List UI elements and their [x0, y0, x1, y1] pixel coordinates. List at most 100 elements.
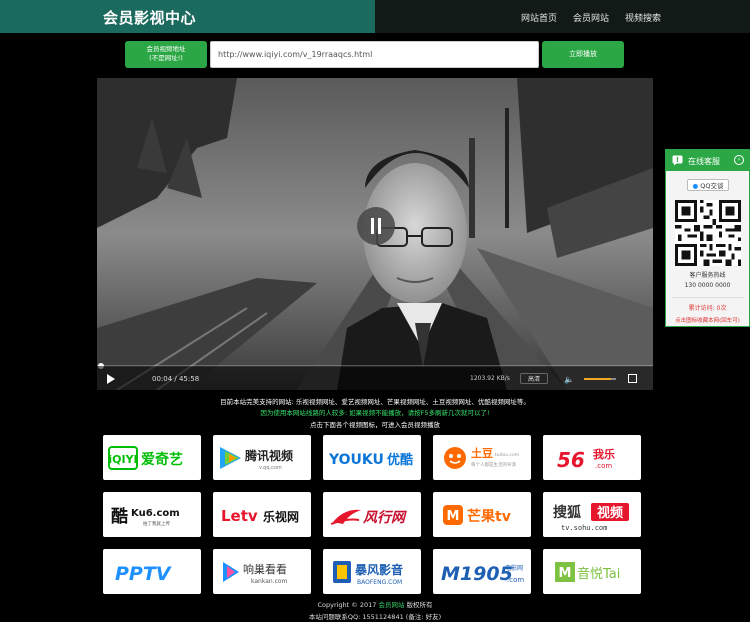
sohu-mark: 视频: [597, 505, 623, 521]
copyright-prefix: Copyright © 2017: [317, 601, 377, 609]
m1905-domain: .com: [507, 576, 524, 584]
video-url-label: 会员视频地址 (不是网址!): [125, 41, 207, 68]
kankan-text: 响巢看看: [243, 562, 287, 576]
click-icon-hint: 点击下面各个视频图标，可进入会员视频播放: [310, 421, 440, 429]
supported-sites-notice: 目前本站完美支持的网站: 乐视视频网址、爱艺视频网址、芒果视频网址、土豆视频网址…: [220, 398, 530, 406]
svg-text:M: M: [559, 566, 572, 581]
site-tile-56[interactable]: 56 我乐 .com: [543, 435, 641, 480]
site-tile-iqiyi[interactable]: iQIYI 爱奇艺: [103, 435, 201, 480]
video-player[interactable]: [97, 78, 653, 390]
qq-icon: ●: [692, 182, 699, 190]
56-mark: 56: [557, 448, 585, 472]
iqiyi-text: 爱奇艺: [141, 451, 183, 468]
copyright-link[interactable]: 会员网站: [378, 601, 404, 609]
contact-line: 本站问题联系QQ: 1551124841 (备注: 好友): [308, 613, 442, 621]
letv-text: 乐视网: [263, 509, 299, 524]
playback-time: 00:04 / 45:58: [152, 375, 200, 383]
site-tile-youku[interactable]: YOUKU 优酷: [323, 435, 421, 480]
download-speed: 1203.92 KB/s: [470, 375, 510, 382]
chat-icon: !: [672, 155, 683, 166]
logo-bar: 会员影视中心: [0, 0, 375, 33]
kankan-logo: 响巢看看 kankan.com: [223, 561, 288, 585]
pause-button[interactable]: [357, 207, 395, 245]
m1905-text: 电影网: [505, 564, 523, 572]
widget-title: 在线客服: [688, 157, 720, 166]
nav-member-sites[interactable]: 会员网站: [573, 11, 609, 24]
fullscreen-icon[interactable]: [628, 374, 637, 383]
site-tile-tencent[interactable]: 腾讯视频 v.qq.com: [213, 435, 311, 480]
hotline-number: 130 0000 0000: [684, 282, 731, 289]
copyright: Copyright © 2017 会员网站 版权所有: [97, 599, 653, 609]
site-logo[interactable]: 会员影视中心: [103, 7, 196, 28]
fengxing-text: 风行网: [363, 509, 407, 526]
m1905-mark: M1905: [441, 563, 513, 585]
site-tile-fengxing[interactable]: 风行网: [323, 492, 421, 537]
tencent-logo: 腾讯视频 v.qq.com: [220, 446, 293, 471]
site-tile-yinyuetai[interactable]: M 音悦Tai: [543, 549, 641, 594]
nav-home[interactable]: 网站首页: [521, 11, 557, 24]
iqiyi-logo: iQIYI 爱奇艺: [108, 445, 183, 470]
pptv-mark: PPTV: [115, 563, 172, 585]
sohu-text: 搜狐: [553, 504, 581, 521]
label-line-1: 会员视频地址: [146, 45, 186, 53]
pause-icon: [371, 218, 374, 234]
hotline-label: 客户服务热线: [689, 272, 726, 279]
56-logo: 56 我乐 .com: [557, 447, 615, 472]
widget-divider: [672, 297, 744, 298]
customer-service-widget: ! 在线客服 › ● QQ交谈 客户服务热线 130 0000 0000 累计访…: [665, 149, 750, 327]
yinyuetai-text: 音悦Tai: [577, 566, 620, 582]
quality-button[interactable]: 高清: [520, 373, 548, 384]
site-tile-sohu[interactable]: 搜狐 视频 tv.sohu.com: [543, 492, 641, 537]
video-url-input[interactable]: [210, 41, 539, 68]
svg-text:!: !: [676, 156, 679, 164]
tencent-text: 腾讯视频: [244, 448, 293, 463]
refresh-tip: 因为使用本网站线路的人较多: 如果视频不能播放，请按F5多刷新几次就可以了!: [260, 409, 490, 417]
bookmark-link[interactable]: 点击图标收藏本网(回车可): [666, 316, 749, 324]
volume-level: [584, 378, 611, 380]
baofeng-logo: 暴风影音 BAOFENG.COM: [333, 560, 403, 586]
pptv-logo: PPTV: [115, 563, 172, 585]
56-domain: .com: [595, 462, 612, 470]
header: 会员影视中心 网站首页 会员网站 视频搜索: [0, 0, 750, 33]
ku6-mark: Ku6.com: [131, 508, 180, 519]
site-tile-pptv[interactable]: PPTV: [103, 549, 201, 594]
label-line-2: (不是网址!): [149, 54, 183, 62]
play-icon[interactable]: [107, 374, 115, 384]
site-tile-tudou[interactable]: 土豆 tudou.com 每个人都是生活的导演: [433, 435, 531, 480]
baofeng-text: 暴风影音: [354, 562, 403, 577]
site-tile-ku6[interactable]: 酷 Ku6.com 拍了我就上传: [103, 492, 201, 537]
youku-logo: YOUKU 优酷: [328, 452, 413, 468]
ku6-text: 酷: [111, 506, 128, 527]
collapse-icon[interactable]: ›: [734, 155, 744, 165]
yinyuetai-logo: M 音悦Tai: [555, 561, 620, 582]
tudou-url: tudou.com: [495, 452, 519, 458]
tudou-tagline: 每个人都是生活的导演: [471, 461, 516, 468]
mango-text: 芒果tv: [467, 508, 511, 525]
nav-video-search[interactable]: 视频搜索: [625, 11, 661, 24]
site-tile-kankan[interactable]: 响巢看看 kankan.com: [213, 549, 311, 594]
fengxing-logo: 风行网: [330, 509, 407, 526]
baofeng-url: BAOFENG.COM: [357, 579, 402, 586]
youku-mark: YOUKU: [328, 452, 384, 468]
play-now-button[interactable]: 立即播放: [542, 41, 624, 68]
ku6-tagline: 拍了我就上传: [143, 520, 170, 527]
qq-chat-button[interactable]: ● QQ交谈: [687, 179, 729, 191]
volume-icon[interactable]: 🔈: [564, 375, 574, 384]
sohu-url: tv.sohu.com: [561, 524, 607, 532]
ku6-logo: 酷 Ku6.com 拍了我就上传: [111, 506, 180, 527]
site-tile-baofeng[interactable]: 暴风影音 BAOFENG.COM: [323, 549, 421, 594]
kankan-url: kankan.com: [251, 578, 288, 585]
tudou-text: 土豆: [471, 446, 493, 460]
qr-code: [675, 200, 741, 266]
56-text: 我乐: [593, 447, 615, 461]
site-tile-mango[interactable]: M 芒果tv: [433, 492, 531, 537]
site-tile-m1905[interactable]: M1905 电影网 .com: [433, 549, 531, 594]
sohu-logo: 搜狐 视频 tv.sohu.com: [553, 502, 629, 532]
copyright-suffix: 版权所有: [406, 601, 433, 609]
visit-counter: 累计访问: 0次: [688, 305, 727, 312]
mango-logo: M 芒果tv: [443, 504, 511, 525]
youku-text: 优酷: [387, 452, 413, 468]
tencent-url: v.qq.com: [259, 465, 282, 471]
site-tile-letv[interactable]: Letv 乐视网: [213, 492, 311, 537]
tudou-logo: 土豆 tudou.com 每个人都是生活的导演: [444, 446, 519, 469]
